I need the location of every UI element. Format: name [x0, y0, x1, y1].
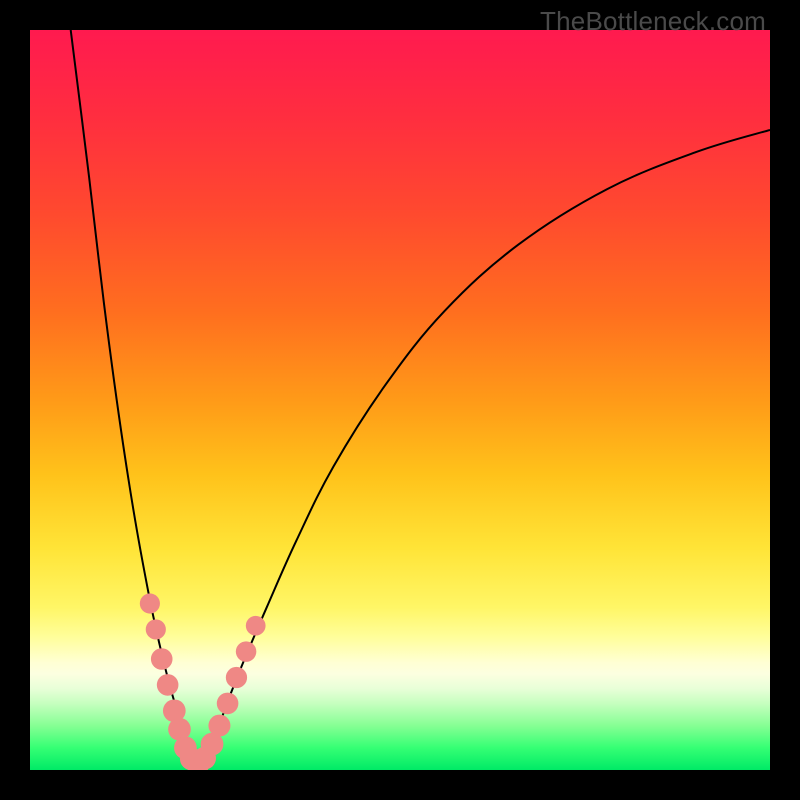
chart-frame: TheBottleneck.com [0, 0, 800, 800]
valley-dot [151, 648, 173, 670]
watermark-text: TheBottleneck.com [540, 6, 766, 37]
valley-dot [217, 693, 239, 715]
valley-dot [146, 619, 166, 639]
valley-dot [157, 674, 179, 696]
valley-dot [140, 593, 160, 613]
valley-dot [208, 715, 230, 737]
curve-layer [30, 30, 770, 770]
plot-area [30, 30, 770, 770]
valley-dot [226, 667, 247, 688]
valley-dot [236, 641, 257, 662]
curve-left-branch [71, 30, 197, 766]
valley-dots [140, 593, 266, 770]
valley-dot [246, 616, 266, 636]
curve-right-branch [197, 130, 771, 766]
